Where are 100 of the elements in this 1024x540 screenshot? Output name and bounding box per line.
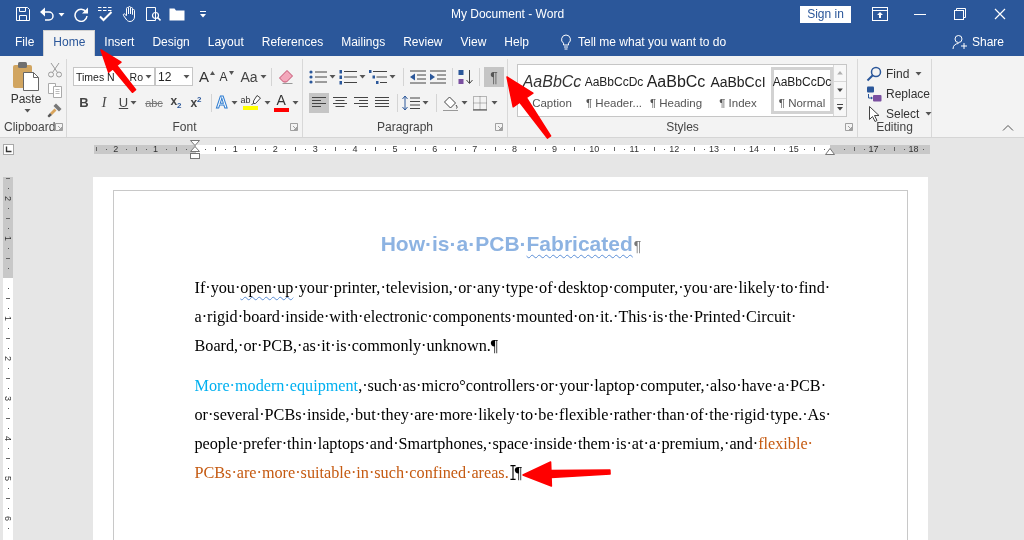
ruler-number: 7 <box>472 144 478 154</box>
font-size-field[interactable]: 12 <box>155 67 193 86</box>
ruler-number: 9 <box>551 144 557 154</box>
paste-button[interactable]: Paste <box>6 59 46 117</box>
hand-icon[interactable] <box>121 6 137 22</box>
ruler-number: 2 <box>272 144 278 154</box>
tell-me-field[interactable]: Tell me what you want to do <box>578 34 746 49</box>
scroll-down-icon[interactable] <box>834 82 846 99</box>
close-icon[interactable] <box>994 8 1006 20</box>
ribbon-tab[interactable]: Help <box>495 30 538 56</box>
ruler-number: 4 <box>3 435 13 441</box>
expand-icon[interactable] <box>834 99 846 116</box>
ruler-number: 3 <box>3 395 13 401</box>
ribbon-tab[interactable]: File <box>6 30 44 56</box>
show-formatting-marks-button[interactable]: ¶ <box>484 66 504 87</box>
ribbon-tab[interactable]: Insert <box>95 30 144 56</box>
restore-icon[interactable] <box>954 8 966 20</box>
ribbon-tab[interactable]: Design <box>143 30 199 56</box>
ribbon-tab[interactable]: References <box>252 30 333 56</box>
caret-icon[interactable] <box>259 73 267 80</box>
window-title: My Document - Word <box>449 7 566 21</box>
ruler-number: 1 <box>3 235 13 241</box>
indent-marker-icon[interactable] <box>824 148 835 155</box>
style-item[interactable]: AaBbCcDc ¶ Header... <box>583 67 645 114</box>
caret-icon[interactable] <box>291 99 299 106</box>
grid-icon[interactable] <box>471 94 489 111</box>
underline-button[interactable]: U <box>115 92 141 113</box>
subscript-button[interactable]: x$_{2}$ <box>167 92 185 113</box>
caret-icon[interactable] <box>263 99 271 106</box>
tab-stop-selector-icon[interactable] <box>3 143 14 155</box>
page-magnifier-icon[interactable] <box>145 6 161 22</box>
ruler-number: 14 <box>748 144 759 154</box>
style-item[interactable]: AaBbCc ¶ Heading <box>645 67 707 114</box>
lightbulb-icon[interactable] <box>560 33 572 50</box>
ruler-number: 10 <box>589 144 600 154</box>
ribbon-tab[interactable]: Home <box>43 30 96 56</box>
sign-in-button[interactable]: Sign in <box>800 5 851 23</box>
ruler-number: 3 <box>312 144 318 154</box>
caret-icon[interactable] <box>925 110 933 117</box>
person-add-icon <box>951 33 968 50</box>
ruler-number: 1 <box>3 315 13 321</box>
ruler-number: 2 <box>113 144 119 154</box>
caret-icon[interactable] <box>183 73 190 80</box>
find-button[interactable]: Find <box>866 64 933 83</box>
style-item[interactable]: AaBbCc Caption <box>521 67 583 114</box>
highlight-button[interactable]: ab <box>240 92 271 113</box>
caret-icon[interactable] <box>461 99 468 106</box>
caret-icon[interactable] <box>491 99 498 106</box>
caret-icon[interactable] <box>389 73 396 80</box>
increase-indent-icon[interactable] <box>429 68 447 85</box>
checkmark-icon[interactable] <box>97 6 113 22</box>
bulleted-list-icon[interactable] <box>309 68 327 85</box>
style-item[interactable]: AaBbCcI ¶ Index <box>707 67 769 114</box>
multilevel-list-icon[interactable] <box>369 68 387 85</box>
paintbrush-icon[interactable] <box>47 102 63 118</box>
paragraph-line: or·several·PCBs·inside,·but·they·are·more·likely·to·be·flexible·rather·than·of·the·rigid·type.·As· <box>194 406 831 424</box>
line-spacing-icon[interactable] <box>402 94 420 111</box>
indent-marker-icon[interactable] <box>190 139 201 159</box>
group-label: Clipboard <box>4 120 56 134</box>
replace-button[interactable]: Replace <box>866 84 933 103</box>
bold-button[interactable]: B <box>75 92 93 113</box>
eraser-icon[interactable] <box>278 68 294 85</box>
ribbon-tab[interactable]: Mailings <box>332 30 395 56</box>
select-button[interactable]: Select <box>866 104 933 123</box>
ribbon-tab[interactable]: Layout <box>198 30 253 56</box>
sort-icon[interactable] <box>458 68 474 85</box>
shrink-font-button[interactable]: A <box>218 66 235 87</box>
paragraph-line: Board,·or·PCB,·as·it·is·commonly·unknown. <box>194 337 491 355</box>
caret-icon[interactable] <box>58 10 65 18</box>
caret-icon[interactable] <box>915 70 923 77</box>
ruler-number: 5 <box>392 144 398 154</box>
ribbon-tab[interactable]: View <box>451 30 496 56</box>
strikethrough-button[interactable]: abc <box>143 92 165 113</box>
circular-arrow-icon[interactable] <box>73 6 89 22</box>
caret-icon[interactable] <box>23 107 31 114</box>
numbered-list-icon[interactable] <box>339 68 357 85</box>
paint-bucket-icon[interactable] <box>441 94 459 111</box>
ruler-number: 5 <box>3 475 13 481</box>
ribbon-tab[interactable]: Review <box>394 30 452 56</box>
change-case-button[interactable]: Aa <box>240 66 267 87</box>
caret-icon[interactable] <box>145 73 152 80</box>
folder-icon[interactable] <box>169 7 185 21</box>
italic-button[interactable]: I <box>95 92 113 113</box>
caret-icon[interactable] <box>130 99 138 106</box>
caret-icon[interactable] <box>422 99 429 106</box>
grow-font-button[interactable]: A <box>198 66 216 87</box>
align-left-button[interactable] <box>309 92 329 113</box>
caret-icon[interactable] <box>230 99 238 106</box>
paragraph-mark: ¶ <box>490 337 499 355</box>
font-color-button[interactable]: A <box>273 92 299 113</box>
decrease-indent-icon[interactable] <box>409 68 427 85</box>
caret-icon[interactable] <box>359 73 366 80</box>
superscript-button[interactable]: x$^{2}$ <box>187 92 205 113</box>
save-icon[interactable] <box>15 6 31 22</box>
style-item[interactable]: AaBbCcDc ¶ Normal <box>771 67 833 114</box>
caret-icon[interactable] <box>199 9 207 19</box>
undo-icon[interactable] <box>39 6 55 22</box>
ruler-number: 8 <box>512 144 518 154</box>
caret-icon[interactable] <box>329 73 336 80</box>
share-button[interactable]: Share <box>951 30 1004 56</box>
